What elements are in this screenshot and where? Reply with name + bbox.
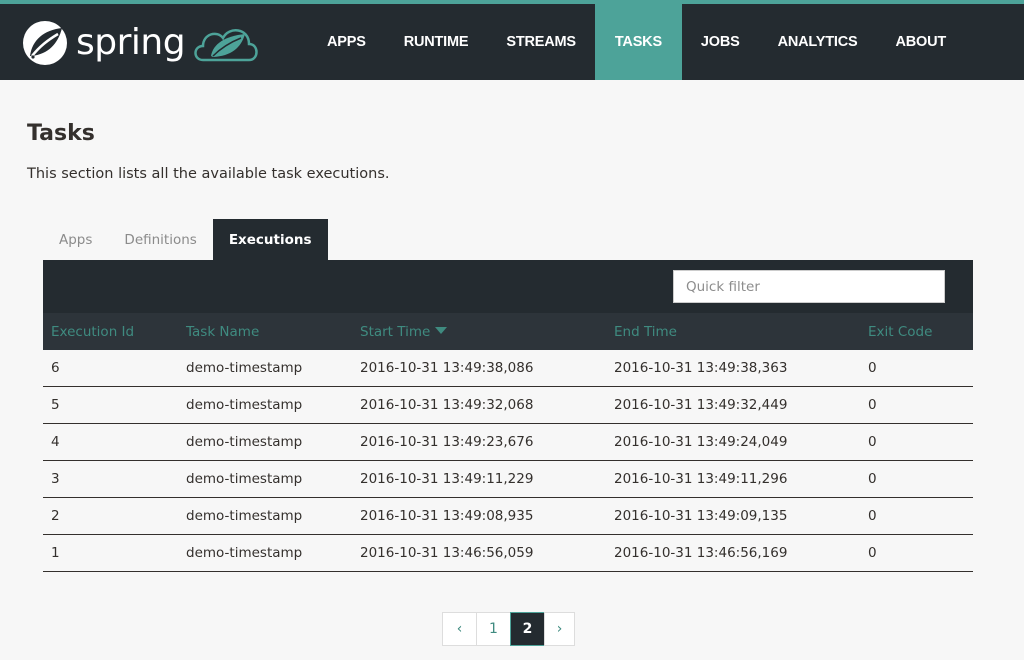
page-description: This section lists all the available tas… [27, 166, 390, 182]
tab-apps[interactable]: Apps [43, 219, 108, 260]
cell-start-time: 2016-10-31 13:49:32,068 [360, 396, 534, 413]
table-row[interactable]: 3 demo-timestamp 2016-10-31 13:49:11,229… [43, 460, 973, 497]
table-row[interactable]: 5 demo-timestamp 2016-10-31 13:49:32,068… [43, 386, 973, 423]
nav-apps[interactable]: APPS [308, 4, 385, 80]
sort-descending-icon [435, 326, 448, 334]
column-header-end-time[interactable]: End Time [606, 313, 860, 350]
column-header-start-time[interactable]: Start Time [352, 313, 606, 350]
cell-task-name: demo-timestamp [186, 433, 303, 450]
cell-exit-code: 0 [868, 544, 877, 561]
task-tabs: Apps Definitions Executions [43, 219, 328, 260]
cell-start-time: 2016-10-31 13:49:23,676 [360, 433, 534, 450]
table-row[interactable]: 6 demo-timestamp 2016-10-31 13:49:38,086… [43, 350, 973, 386]
cloud-dataflow-icon [194, 29, 258, 62]
brand-name: spring [76, 22, 186, 63]
cell-task-name: demo-timestamp [186, 470, 303, 487]
pagination: ‹ 1 2 › [442, 612, 575, 646]
spring-leaf-icon [23, 21, 67, 65]
cell-task-name: demo-timestamp [186, 507, 303, 524]
cell-execution-id: 5 [51, 396, 60, 413]
column-header-exit-code[interactable]: Exit Code [860, 313, 973, 350]
executions-panel: Execution Id Task Name Start Time End Ti… [43, 260, 973, 572]
cell-execution-id: 6 [51, 359, 60, 376]
cell-start-time: 2016-10-31 13:49:08,935 [360, 507, 534, 524]
cell-exit-code: 0 [868, 470, 877, 487]
cell-start-time: 2016-10-31 13:46:56,059 [360, 544, 534, 561]
cell-end-time: 2016-10-31 13:49:09,135 [614, 507, 788, 524]
next-page-button[interactable]: › [544, 612, 575, 646]
tab-definitions[interactable]: Definitions [108, 219, 212, 260]
nav-tasks[interactable]: TASKS [594, 4, 682, 80]
page-2-button[interactable]: 2 [510, 612, 545, 646]
cell-exit-code: 0 [868, 507, 877, 524]
cell-task-name: demo-timestamp [186, 544, 303, 561]
table-header-row: Execution Id Task Name Start Time End Ti… [43, 313, 973, 350]
cell-execution-id: 3 [51, 470, 60, 487]
executions-table: Execution Id Task Name Start Time End Ti… [43, 313, 973, 572]
spring-logo[interactable]: spring [22, 14, 261, 72]
tab-executions[interactable]: Executions [212, 219, 328, 260]
filter-bar [43, 260, 973, 313]
cell-execution-id: 1 [51, 544, 60, 561]
column-header-execution-id[interactable]: Execution Id [43, 313, 178, 350]
cell-end-time: 2016-10-31 13:46:56,169 [614, 544, 788, 561]
nav-about[interactable]: ABOUT [876, 4, 965, 80]
cell-end-time: 2016-10-31 13:49:24,049 [614, 433, 788, 450]
cell-exit-code: 0 [868, 359, 877, 376]
table-row[interactable]: 2 demo-timestamp 2016-10-31 13:49:08,935… [43, 497, 973, 534]
cell-start-time: 2016-10-31 13:49:11,229 [360, 470, 534, 487]
cell-exit-code: 0 [868, 396, 877, 413]
quick-filter-input[interactable] [673, 270, 945, 303]
cell-task-name: demo-timestamp [186, 396, 303, 413]
table-row[interactable]: 4 demo-timestamp 2016-10-31 13:49:23,676… [43, 423, 973, 460]
cell-end-time: 2016-10-31 13:49:38,363 [614, 359, 788, 376]
cell-start-time: 2016-10-31 13:49:38,086 [360, 359, 534, 376]
top-navbar: spring APPS RUNTIME STREAMS TASKS JOBS A… [0, 0, 1024, 80]
page-1-button[interactable]: 1 [476, 612, 511, 646]
cell-execution-id: 4 [51, 433, 60, 450]
cell-execution-id: 2 [51, 507, 60, 524]
column-header-task-name[interactable]: Task Name [178, 313, 352, 350]
nav-streams[interactable]: STREAMS [487, 4, 595, 80]
nav-runtime[interactable]: RUNTIME [385, 4, 488, 80]
cell-end-time: 2016-10-31 13:49:32,449 [614, 396, 788, 413]
table-row[interactable]: 1 demo-timestamp 2016-10-31 13:46:56,059… [43, 534, 973, 571]
previous-page-button[interactable]: ‹ [442, 612, 477, 646]
cell-task-name: demo-timestamp [186, 359, 303, 376]
cell-exit-code: 0 [868, 433, 877, 450]
page-title: Tasks [27, 121, 95, 146]
cell-end-time: 2016-10-31 13:49:11,296 [614, 470, 788, 487]
nav-analytics[interactable]: ANALYTICS [759, 4, 877, 80]
main-nav: APPS RUNTIME STREAMS TASKS JOBS ANALYTIC… [308, 4, 965, 80]
nav-jobs[interactable]: JOBS [682, 4, 759, 80]
